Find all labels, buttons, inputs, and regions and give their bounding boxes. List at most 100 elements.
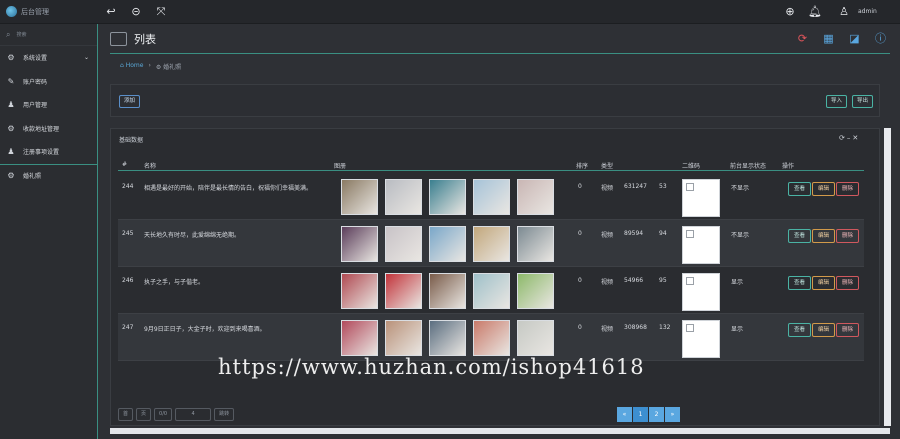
fullscreen-icon[interactable]: ⤧: [154, 5, 168, 19]
album-thumbnail[interactable]: [429, 273, 466, 309]
vertical-scrollbar[interactable]: [884, 128, 891, 426]
row-id: 247: [122, 324, 134, 331]
add-button[interactable]: 添加: [119, 95, 141, 108]
album-thumbnail[interactable]: [385, 320, 422, 356]
grid-icon[interactable]: ▦: [822, 32, 835, 45]
export-button[interactable]: 导出: [852, 95, 874, 108]
admin-username[interactable]: admin: [858, 8, 877, 15]
album-thumbnail[interactable]: [341, 273, 378, 309]
row-type: 视频: [601, 185, 614, 192]
download-icon[interactable]: ⊕: [783, 5, 797, 19]
album-thumbnail[interactable]: [385, 179, 422, 215]
delete-button[interactable]: 删除: [836, 182, 860, 196]
users-icon: ♟: [7, 100, 15, 110]
page-link-1[interactable]: 1: [633, 407, 648, 422]
qrcode-image[interactable]: [682, 320, 720, 358]
album-thumbnail[interactable]: [517, 179, 554, 215]
col-qrcode: 二维码: [682, 163, 701, 170]
sidebar-item-system-settings[interactable]: ⚙ 系统设置 ⌄: [0, 46, 97, 70]
chevron-down-icon: ⌄: [83, 54, 89, 62]
album-thumbnail[interactable]: [341, 320, 378, 356]
delete-button[interactable]: 删除: [836, 276, 860, 290]
qrcode-image[interactable]: [682, 226, 720, 264]
album-thumbnail[interactable]: [473, 179, 510, 215]
sidebar-item-wedding-photos[interactable]: ⚙ 婚礼照: [0, 163, 98, 188]
delete-button[interactable]: 删除: [836, 323, 860, 337]
first-page-button[interactable]: 首: [118, 408, 134, 421]
sync-icon[interactable]: ⟳: [796, 32, 809, 45]
album-thumbnail[interactable]: [517, 273, 554, 309]
album-thumbnail[interactable]: [429, 226, 466, 262]
page-link-2[interactable]: 2: [649, 407, 664, 422]
breadcrumb-home[interactable]: ⌂ Home: [120, 62, 143, 71]
brand[interactable]: 后台管理: [6, 6, 49, 17]
album-thumbnail[interactable]: [385, 273, 422, 309]
table-row: 247 9月9日正日子，大金子时，欢迎到来喝喜酒。 0 视频 308968 132 显示 查看…: [118, 314, 864, 361]
sidebar-item-payment-address[interactable]: ⚙ 收款地址管理: [0, 117, 97, 141]
panel-title: 基础数据: [119, 137, 144, 144]
view-button[interactable]: 查看: [788, 182, 812, 196]
row-sort: 0: [578, 183, 582, 190]
row-sort: 0: [578, 230, 582, 237]
sidebar-item-account-password[interactable]: ✎ 账户密码: [0, 70, 97, 94]
back-icon[interactable]: ↩: [104, 5, 118, 19]
sidebar-item-registration[interactable]: ♟ 注册事项设置: [0, 140, 97, 164]
album-thumbnail[interactable]: [473, 273, 510, 309]
bell-icon[interactable]: 🔔︎: [808, 5, 822, 19]
edit-icon[interactable]: ◪: [848, 32, 861, 45]
edit-button[interactable]: 编辑: [812, 276, 836, 290]
sidebar-search[interactable]: ⌕ 搜索: [0, 24, 97, 46]
top-bar: 后台管理 ↩ ⊝ ⤧ ⊕ 🔔︎ ♙ admin: [0, 0, 900, 24]
qrcode-image[interactable]: [682, 179, 720, 217]
album-thumbnail[interactable]: [341, 226, 378, 262]
horizontal-scrollbar[interactable]: [110, 428, 890, 434]
prev-page-button[interactable]: 页: [136, 408, 152, 421]
row-count: 95: [659, 277, 667, 284]
row-name: 执子之手，与子偕老。: [144, 279, 205, 286]
album-thumbnail[interactable]: [473, 320, 510, 356]
user-icon[interactable]: ♙: [837, 5, 851, 19]
pencil-icon: ✎: [7, 76, 15, 86]
jump-button[interactable]: 跳转: [214, 408, 235, 421]
delete-button[interactable]: 删除: [836, 229, 860, 243]
qrcode-image[interactable]: [682, 273, 720, 311]
page-header: 列表 ⟳ ▦ ◪ ⓘ: [110, 30, 890, 54]
album-thumbnail[interactable]: [517, 320, 554, 356]
refresh-circle-icon[interactable]: ⊝: [129, 5, 143, 19]
next-page-link[interactable]: »: [665, 407, 680, 422]
pagination-jump: 首 页 0/0 4 跳转: [118, 408, 235, 421]
close-icon[interactable]: ✕: [852, 134, 860, 142]
page-jump-input[interactable]: 4: [175, 408, 212, 421]
album-thumbnail[interactable]: [517, 226, 554, 262]
breadcrumb-current: ⚙ 婚礼照: [155, 64, 182, 71]
row-sort: 0: [578, 324, 582, 331]
sidebar: ⌕ 搜索 ⚙ 系统设置 ⌄ ✎ 账户密码 ♟ 用户管理 ⚙ 收款地址管理 ♟ 注…: [0, 24, 98, 439]
row-views: 631247: [624, 183, 647, 190]
prev-page-link[interactable]: «: [617, 407, 632, 422]
watermark-text: https://www.huzhan.com/ishop41618: [218, 355, 645, 379]
album-thumbnail[interactable]: [385, 226, 422, 262]
album-thumbnail[interactable]: [429, 320, 466, 356]
edit-button[interactable]: 编辑: [812, 229, 836, 243]
data-panel: 基础数据 ⟳–✕ # 名称 图册 排序 类型 二维码 前台显示状态 操作 244…: [110, 128, 880, 426]
view-button[interactable]: 查看: [788, 276, 812, 290]
help-icon[interactable]: ⓘ: [874, 32, 887, 45]
row-type: 视频: [601, 326, 614, 333]
view-button[interactable]: 查看: [788, 229, 812, 243]
edit-button[interactable]: 编辑: [812, 323, 836, 337]
album-thumbnail[interactable]: [341, 179, 378, 215]
logo-icon: [6, 6, 17, 17]
album-thumbnail[interactable]: [473, 226, 510, 262]
row-count: 94: [659, 230, 667, 237]
row-id: 244: [122, 183, 134, 190]
sidebar-item-label: 用户管理: [23, 102, 48, 110]
import-button[interactable]: 导入: [826, 95, 848, 108]
sidebar-item-users[interactable]: ♟ 用户管理: [0, 93, 97, 117]
refresh-icon[interactable]: ⟳: [839, 134, 847, 142]
row-status: 显示: [731, 326, 744, 333]
album-thumbnail[interactable]: [429, 179, 466, 215]
view-button[interactable]: 查看: [788, 323, 812, 337]
edit-button[interactable]: 编辑: [812, 182, 836, 196]
breadcrumb-separator: ›: [148, 62, 151, 69]
gear-icon: ⚙: [7, 53, 15, 63]
